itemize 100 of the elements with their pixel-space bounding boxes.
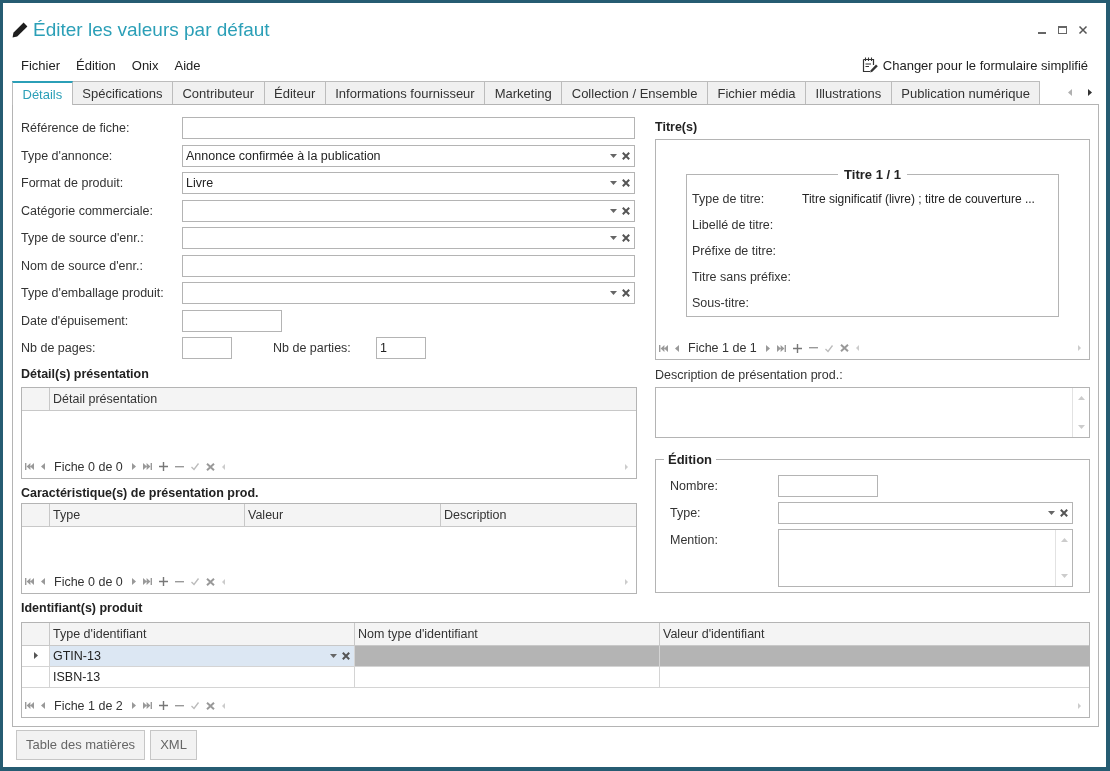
text-field[interactable] — [182, 117, 635, 139]
last-record-icon[interactable] — [142, 578, 152, 585]
column-header[interactable]: Valeur d'identifiant — [659, 622, 1089, 645]
next-record-icon[interactable] — [131, 702, 136, 709]
plus-icon[interactable] — [158, 577, 168, 586]
tab[interactable]: Éditeur — [263, 81, 326, 104]
checkmark-icon[interactable] — [190, 578, 199, 585]
menu-item[interactable]: Édition — [76, 57, 116, 73]
column-header[interactable]: Type d'identifiant — [49, 622, 354, 645]
last-record-icon[interactable] — [142, 702, 152, 709]
menu-item[interactable]: Onix — [131, 57, 159, 73]
dropdown-caret-icon[interactable] — [610, 208, 617, 213]
last-record-icon[interactable] — [776, 344, 786, 352]
footer-button[interactable]: Table des matières — [16, 729, 146, 760]
scroll-right-icon[interactable] — [625, 578, 628, 585]
scroll-left-icon[interactable] — [221, 463, 225, 470]
scroll-left-icon[interactable] — [855, 345, 859, 351]
column-header[interactable]: Valeur — [244, 503, 440, 526]
column-header[interactable]: Nom type d'identifiant — [354, 622, 659, 645]
first-record-icon[interactable] — [25, 578, 34, 585]
clear-icon[interactable] — [622, 206, 630, 215]
tab[interactable]: Collection / Ensemble — [561, 81, 708, 104]
minus-icon[interactable] — [808, 347, 818, 349]
first-record-icon[interactable] — [25, 463, 34, 470]
cell-dropdown[interactable]: GTIN-13 — [49, 645, 354, 666]
scroll-up-icon[interactable] — [1060, 538, 1068, 542]
simplified-form-link[interactable]: Changer pour le formulaire simplifié — [882, 57, 1088, 73]
minus-icon[interactable] — [174, 580, 184, 583]
tab[interactable]: Contributeur — [171, 81, 265, 104]
tab[interactable]: Spécifications — [71, 81, 173, 104]
cross-icon[interactable] — [205, 577, 215, 586]
previous-record-icon[interactable] — [41, 463, 45, 470]
first-record-icon[interactable] — [659, 344, 668, 352]
dropdown-caret-icon[interactable] — [1048, 511, 1055, 515]
tab[interactable]: Marketing — [484, 81, 563, 104]
first-record-icon[interactable] — [25, 702, 34, 709]
previous-record-icon[interactable] — [41, 702, 45, 709]
next-record-icon[interactable] — [131, 463, 136, 470]
dropdown[interactable]: Annonce confirmée à la publication — [182, 144, 635, 167]
dropdown-caret-icon[interactable] — [610, 153, 617, 158]
tab[interactable]: Informations fournisseur — [324, 81, 486, 104]
text-area[interactable] — [778, 529, 1073, 587]
tab[interactable]: Publication numérique — [890, 81, 1041, 104]
last-record-icon[interactable] — [142, 463, 152, 470]
clear-icon[interactable] — [1060, 509, 1068, 517]
date-field[interactable] — [182, 309, 282, 332]
clear-icon[interactable] — [622, 289, 630, 297]
dropdown-caret-icon[interactable] — [610, 291, 617, 295]
scroll-right-icon[interactable] — [625, 463, 628, 470]
cross-icon[interactable] — [205, 462, 215, 471]
text-area[interactable] — [655, 387, 1090, 438]
close-icon[interactable] — [1079, 26, 1087, 34]
checkmark-icon[interactable] — [190, 702, 199, 709]
scroll-up-icon[interactable] — [1077, 396, 1085, 400]
notepad-pencil-icon[interactable] — [861, 57, 878, 73]
plus-icon[interactable] — [158, 462, 168, 471]
dropdown-caret-icon[interactable] — [610, 236, 617, 240]
text-field[interactable] — [778, 475, 878, 497]
dropdown[interactable]: Livre — [182, 172, 635, 194]
cross-icon[interactable] — [839, 344, 849, 352]
number-field[interactable]: 1 — [376, 337, 426, 359]
next-record-icon[interactable] — [131, 578, 136, 585]
scroll-down-icon[interactable] — [1060, 574, 1068, 578]
caret-right-icon[interactable] — [1088, 89, 1092, 96]
maximize-icon[interactable] — [1058, 26, 1067, 34]
clear-icon[interactable] — [622, 151, 630, 160]
scroll-right-icon[interactable] — [1078, 702, 1081, 709]
plus-icon[interactable] — [158, 701, 168, 710]
checkmark-icon[interactable] — [824, 344, 833, 352]
field-label: Type d'annonce: — [21, 148, 114, 163]
checkmark-icon[interactable] — [190, 463, 199, 470]
dropdown-caret-icon[interactable] — [610, 181, 617, 185]
table-row[interactable]: GTIN-13 — [22, 645, 1089, 667]
plus-icon[interactable] — [792, 343, 802, 353]
minus-icon[interactable] — [174, 704, 184, 707]
scroll-right-icon[interactable] — [1078, 345, 1081, 351]
previous-record-icon[interactable] — [675, 344, 679, 352]
previous-record-icon[interactable] — [41, 578, 45, 585]
scroll-left-icon[interactable] — [221, 702, 225, 709]
tab[interactable]: Illustrations — [805, 81, 892, 104]
caret-left-icon[interactable] — [1068, 89, 1072, 96]
column-header[interactable]: Description — [440, 503, 636, 526]
minus-icon[interactable] — [174, 465, 184, 468]
clear-icon[interactable] — [622, 179, 630, 187]
scroll-down-icon[interactable] — [1077, 425, 1085, 429]
scroll-left-icon[interactable] — [221, 578, 225, 585]
dropdown-caret-icon[interactable] — [330, 653, 337, 658]
footer-button[interactable]: XML — [150, 729, 197, 760]
tab[interactable]: Fichier média — [707, 81, 806, 104]
menu-item[interactable]: Fichier — [21, 57, 60, 73]
cross-icon[interactable] — [205, 701, 215, 710]
clear-icon[interactable] — [622, 234, 630, 242]
menu-item[interactable]: Aide — [174, 57, 201, 73]
column-header[interactable]: Type — [49, 503, 244, 526]
table-row[interactable]: ISBN-13 — [22, 666, 1089, 688]
next-record-icon[interactable] — [765, 344, 770, 352]
field-label: Préfixe de titre: — [692, 244, 778, 258]
clear-icon[interactable] — [342, 651, 350, 660]
text-field[interactable] — [182, 254, 635, 277]
number-field[interactable] — [182, 337, 232, 359]
